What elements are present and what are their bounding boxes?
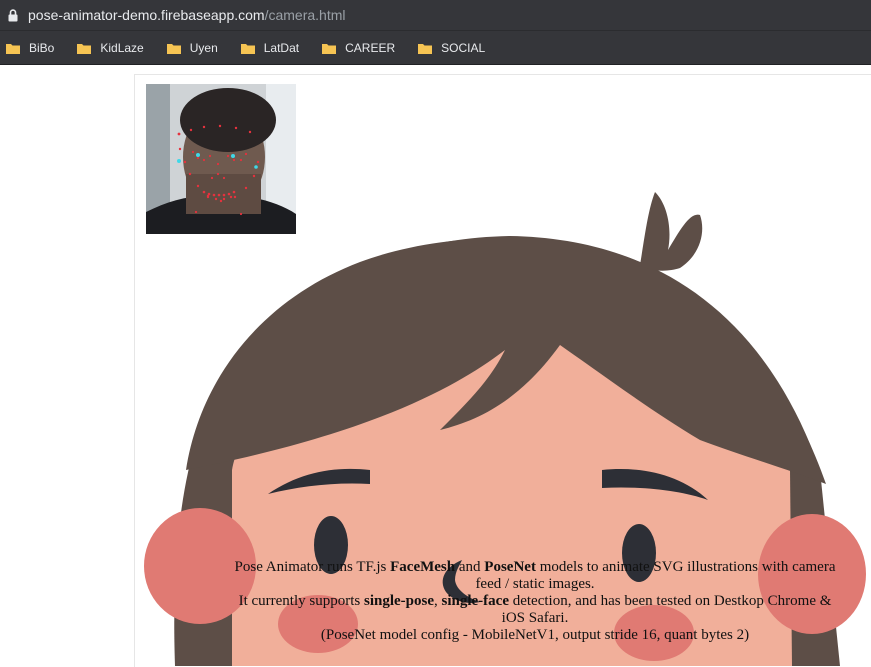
- url-host: pose-animator-demo.firebaseapp.com: [28, 7, 265, 23]
- description-text: Pose Animator runs TF.js FaceMesh and Po…: [230, 559, 840, 644]
- single-face-label: single-face: [441, 593, 509, 609]
- bookmark-label: Uyen: [189, 41, 218, 55]
- url-text[interactable]: pose-animator-demo.firebaseapp.com/camer…: [28, 7, 346, 23]
- address-bar[interactable]: pose-animator-demo.firebaseapp.com/camer…: [0, 0, 871, 30]
- bookmark-label: BiBo: [29, 41, 55, 55]
- camera-preview: [146, 84, 296, 234]
- text-span: and: [455, 559, 485, 575]
- url-path: /camera.html: [264, 7, 346, 23]
- posenet-label: PoseNet: [484, 559, 536, 575]
- folder-icon: [77, 43, 92, 54]
- text-span: detection, and has been tested on Destko…: [501, 593, 832, 626]
- bookmark-social[interactable]: SOCIAL: [418, 41, 485, 55]
- bookmark-latdat[interactable]: LatDat: [240, 41, 300, 55]
- bookmark-career[interactable]: CAREER: [322, 41, 395, 55]
- bookmark-label: SOCIAL: [441, 41, 486, 55]
- bookmark-label: KidLaze: [100, 41, 144, 55]
- folder-icon: [322, 43, 337, 54]
- folder-icon: [6, 43, 20, 54]
- bookmark-label: CAREER: [345, 41, 396, 55]
- lock-icon: [7, 8, 19, 22]
- bookmarks-bar: BiBo KidLaze Uyen LatDat CAREER SOCIAL: [0, 30, 871, 65]
- description-line-3: (PoseNet model config - MobileNetV1, out…: [320, 627, 750, 643]
- bookmark-label: LatDat: [263, 41, 300, 55]
- description-line-2: It currently supports single-pose, singl…: [230, 593, 840, 627]
- bookmark-kidlaze[interactable]: KidLaze: [77, 41, 144, 55]
- single-pose-label: single-pose: [363, 593, 434, 609]
- folder-icon: [166, 43, 181, 54]
- description-line-1: Pose Animator runs TF.js FaceMesh and Po…: [230, 559, 840, 593]
- text-span: ,: [434, 593, 442, 609]
- facemesh-label: FaceMesh: [390, 559, 456, 575]
- text-span: It currently supports: [238, 593, 364, 609]
- folder-icon: [418, 43, 433, 54]
- bookmark-bibo[interactable]: BiBo: [6, 41, 54, 55]
- folder-icon: [240, 43, 255, 54]
- text-span: Pose Animator runs TF.js: [234, 559, 391, 575]
- bookmark-uyen[interactable]: Uyen: [166, 41, 218, 55]
